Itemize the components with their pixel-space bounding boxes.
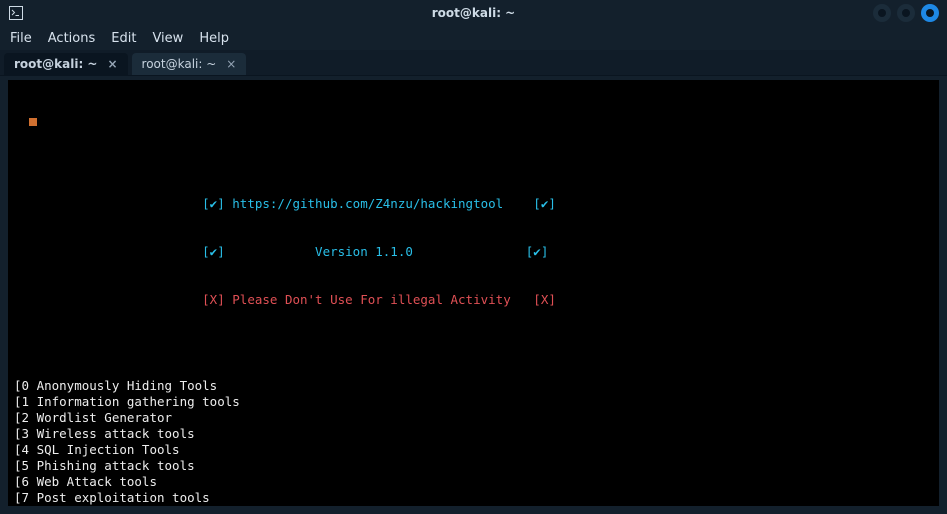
tab-label: root@kali: ~ (14, 57, 97, 71)
menu-item-4: [4 SQL Injection Tools (14, 442, 933, 458)
menu-item-6: [6 Web Attack tools (14, 474, 933, 490)
terminal-top-indicator (14, 116, 933, 132)
terminal[interactable]: [✔] https://github.com/Z4nzu/hackingtool… (8, 80, 939, 506)
header-url-line: [✔] https://github.com/Z4nzu/hackingtool… (202, 196, 556, 211)
menu-item-0: [0 Anonymously Hiding Tools (14, 378, 933, 394)
header-warning-line: [X] Please Don't Use For illegal Activit… (202, 292, 556, 307)
menu-item-2: [2 Wordlist Generator (14, 410, 933, 426)
tool-menu: [0 Anonymously Hiding Tools[1 Informatio… (14, 378, 933, 506)
tab-1[interactable]: root@kali: ~ × (132, 53, 247, 75)
window-title: root@kali: ~ (0, 6, 947, 20)
menubar: File Actions Edit View Help (0, 26, 947, 50)
tab-0[interactable]: root@kali: ~ × (4, 53, 128, 75)
menu-item-7: [7 Post exploitation tools (14, 490, 933, 506)
menu-view[interactable]: View (152, 31, 183, 46)
header-block: [✔] https://github.com/Z4nzu/hackingtool… (14, 164, 933, 340)
menu-item-3: [3 Wireless attack tools (14, 426, 933, 442)
menu-file[interactable]: File (10, 31, 32, 46)
header-version-line: [✔] Version 1.1.0 [✔] (202, 244, 548, 259)
maximize-button[interactable] (897, 4, 915, 22)
orange-square-icon (29, 118, 37, 126)
menu-edit[interactable]: Edit (111, 31, 136, 46)
close-icon[interactable]: × (224, 57, 238, 71)
menu-item-5: [5 Phishing attack tools (14, 458, 933, 474)
tab-bar: root@kali: ~ × root@kali: ~ × (0, 50, 947, 76)
menu-help[interactable]: Help (199, 31, 229, 46)
menu-item-1: [1 Information gathering tools (14, 394, 933, 410)
window-titlebar: root@kali: ~ (0, 0, 947, 26)
terminal-icon (8, 5, 24, 21)
minimize-button[interactable] (873, 4, 891, 22)
close-button[interactable] (921, 4, 939, 22)
menu-actions[interactable]: Actions (48, 31, 96, 46)
window-controls (873, 4, 947, 22)
close-icon[interactable]: × (105, 57, 119, 71)
tab-label: root@kali: ~ (142, 57, 217, 71)
